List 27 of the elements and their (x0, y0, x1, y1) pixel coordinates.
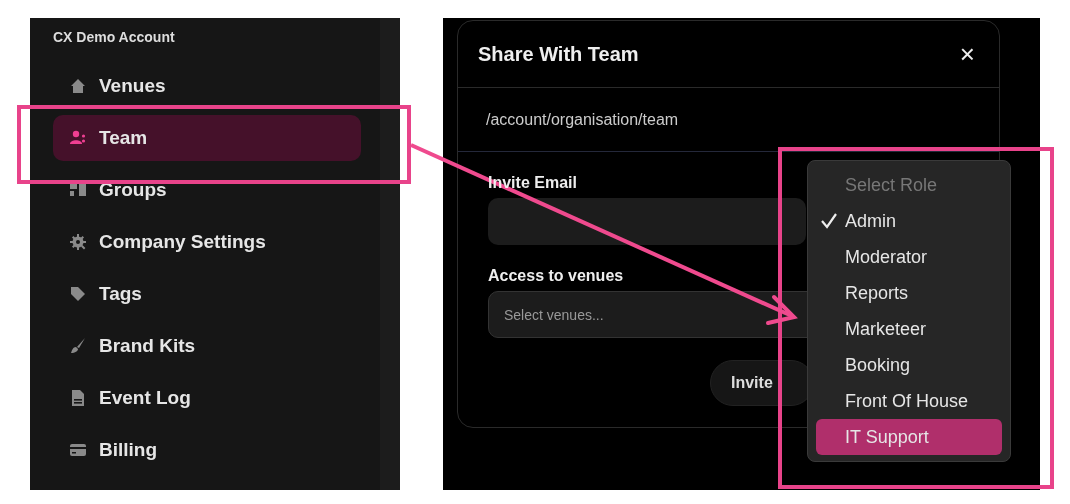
role-option[interactable]: Booking (816, 347, 1002, 383)
sidebar-item[interactable]: Company Settings (53, 219, 361, 265)
sidebar-item[interactable]: Team (53, 115, 361, 161)
sidebar-item[interactable]: Billing (53, 427, 361, 473)
tag-icon (69, 285, 87, 303)
close-button[interactable]: × (959, 41, 975, 67)
role-option[interactable]: Admin (816, 203, 1002, 239)
home-icon (69, 77, 87, 95)
menu-header: Select Role (844, 173, 938, 197)
sidebar-item[interactable]: Groups (53, 167, 361, 213)
role-option[interactable]: IT Support (816, 419, 1002, 455)
account-title: CX Demo Account (53, 29, 175, 45)
sidebar-item[interactable]: Tags (53, 271, 361, 317)
sidebar-item[interactable]: Venues (53, 63, 361, 109)
role-option[interactable]: Front Of House (816, 383, 1002, 419)
path-text: /account/organisation/team (458, 88, 999, 152)
file-icon (69, 389, 87, 407)
users-icon (69, 129, 87, 147)
groups-icon (69, 181, 87, 199)
gear-icon (69, 233, 87, 251)
dialog-title: Share With Team (478, 42, 639, 66)
sidebar-item[interactable]: Brand Kits (53, 323, 361, 369)
role-option[interactable]: Moderator (816, 239, 1002, 275)
email-field[interactable] (488, 198, 806, 245)
field-label: Access to venues (488, 267, 624, 285)
sidebar-item[interactable]: Event Log (53, 375, 361, 421)
card-icon (69, 441, 87, 459)
